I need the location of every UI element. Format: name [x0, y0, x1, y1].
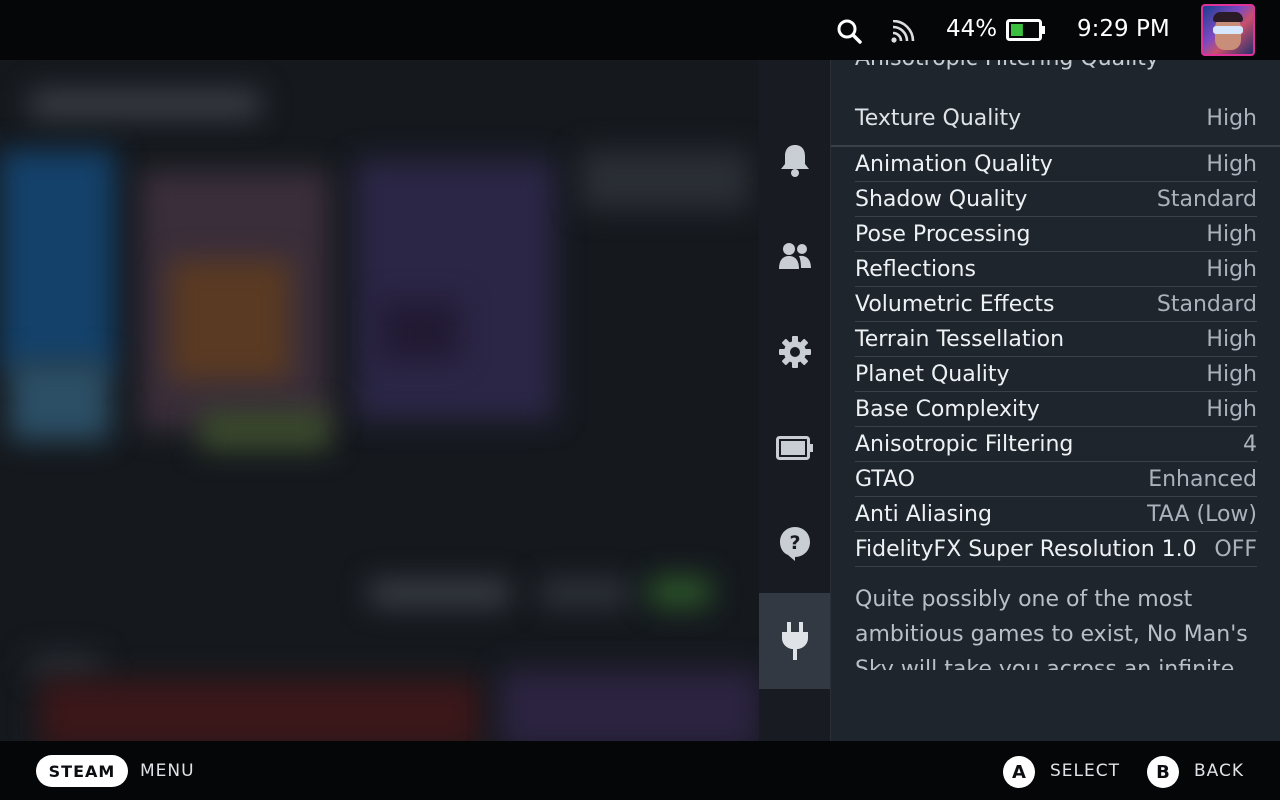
steam-button[interactable]: STEAM	[36, 755, 128, 787]
clock: 9:29 PM	[1077, 16, 1170, 42]
setting-label: GTAO	[855, 466, 915, 492]
setting-label: Base Complexity	[855, 396, 1040, 422]
setting-value: High	[1206, 326, 1257, 352]
setting-label: Texture Quality	[855, 105, 1022, 131]
setting-row[interactable]: Volumetric Effects Standard	[855, 287, 1257, 322]
setting-label: Reflections	[855, 256, 976, 282]
setting-value: TAA (Low)	[1147, 501, 1257, 527]
a-button-icon[interactable]: A	[1003, 756, 1035, 788]
setting-value: High	[1206, 256, 1257, 282]
menu-label: MENU	[140, 761, 195, 781]
setting-row[interactable]: Anisotropic Filtering 4	[855, 427, 1257, 462]
setting-row[interactable]: Shadow Quality Standard	[855, 182, 1257, 217]
setting-value: Enhanced	[1148, 466, 1257, 492]
help-icon[interactable]: ?	[759, 514, 830, 574]
setting-row[interactable]: Planet Quality High	[855, 357, 1257, 392]
setting-row[interactable]: Reflections High	[855, 252, 1257, 287]
battery-percent: 44%	[946, 16, 998, 42]
setting-row[interactable]: Base Complexity High	[855, 392, 1257, 427]
svg-text:?: ?	[789, 532, 800, 554]
setting-value: High	[1206, 221, 1257, 247]
b-button-icon[interactable]: B	[1147, 756, 1179, 788]
setting-value: Standard	[1156, 291, 1257, 317]
plug-icon[interactable]	[759, 593, 830, 689]
game-description: Quite possibly one of the most ambitious…	[855, 587, 1248, 670]
setting-row-texture-quality[interactable]: Texture Quality High	[855, 100, 1257, 136]
search-icon[interactable]	[836, 18, 862, 44]
setting-value: High	[1206, 361, 1257, 387]
setting-row[interactable]: GTAO Enhanced	[855, 462, 1257, 497]
setting-value: High	[1206, 396, 1257, 422]
setting-row[interactable]: Anti Aliasing TAA (Low)	[855, 497, 1257, 532]
cast-icon	[891, 20, 915, 43]
footer-bar: STEAM MENU A SELECT B BACK	[0, 741, 1280, 800]
clipped-row: Anisotropic Filtering Quality	[855, 60, 1275, 84]
setting-label: Terrain Tessellation	[855, 326, 1065, 352]
friends-icon[interactable]	[759, 226, 830, 286]
battery-icon[interactable]	[759, 418, 830, 478]
library-background	[0, 60, 760, 741]
setting-label: Pose Processing	[855, 221, 1031, 247]
setting-label: Volumetric Effects	[855, 291, 1055, 317]
notifications-icon[interactable]	[759, 130, 830, 190]
setting-row[interactable]: FidelityFX Super Resolution 1.0 OFF	[855, 532, 1257, 567]
avatar[interactable]	[1201, 4, 1255, 56]
setting-label: FidelityFX Super Resolution 1.0	[855, 536, 1197, 562]
game-settings-panel: Anisotropic Filtering Quality Texture Qu…	[831, 60, 1280, 741]
quick-access-rail: ?	[759, 60, 831, 741]
setting-label: Anti Aliasing	[855, 501, 992, 527]
setting-value: High	[1206, 105, 1257, 131]
battery-icon	[1006, 19, 1045, 41]
setting-label: Anisotropic Filtering	[855, 431, 1074, 457]
status-bar: 44% 9:29 PM	[0, 0, 1280, 60]
setting-row[interactable]: Terrain Tessellation High	[855, 322, 1257, 357]
back-label: BACK	[1194, 761, 1245, 781]
setting-row[interactable]: Animation Quality High	[855, 147, 1257, 182]
settings-icon[interactable]	[759, 322, 830, 382]
setting-value: High	[1206, 151, 1257, 177]
setting-value: 4	[1243, 431, 1257, 457]
setting-value: OFF	[1214, 536, 1257, 562]
select-label: SELECT	[1050, 761, 1120, 781]
setting-label: Animation Quality	[855, 151, 1053, 177]
setting-label: Planet Quality	[855, 361, 1010, 387]
setting-label: Shadow Quality	[855, 186, 1028, 212]
setting-row[interactable]: Pose Processing High	[855, 217, 1257, 252]
setting-value: Standard	[1156, 186, 1257, 212]
